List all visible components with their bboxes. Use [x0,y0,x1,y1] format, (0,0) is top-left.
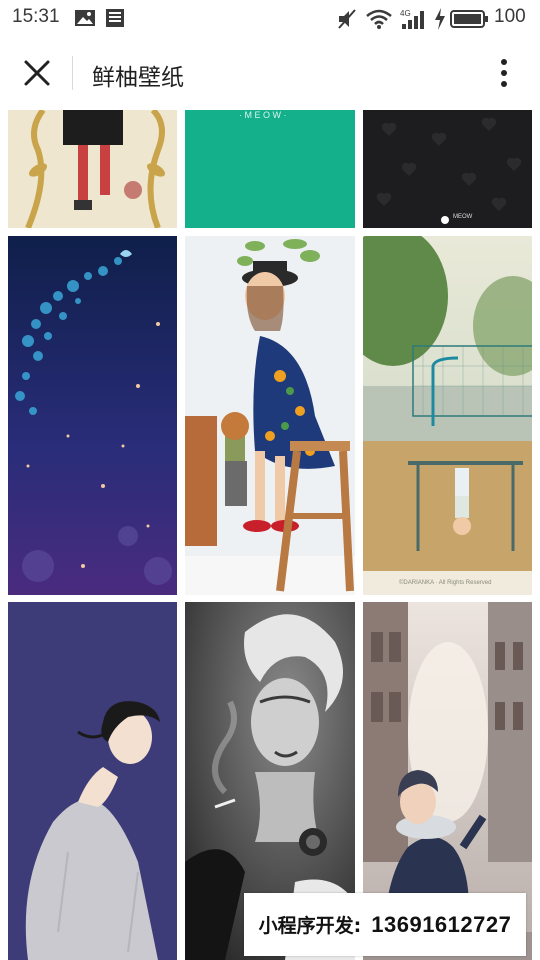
copyright-caption: ©DARIANKA · All Rights Reserved [399,580,492,586]
title-bar: 鲜柚壁纸 [0,36,540,110]
battery-icon [450,10,488,28]
status-time: 15:31 [12,6,60,27]
meow-logo-caption: MEOW [453,214,473,220]
mute-icon [338,9,356,29]
wallpaper-soccer-illustration[interactable] [8,110,177,228]
signal-icon: 4G [400,9,424,29]
more-vertical-icon[interactable] [488,54,520,92]
wifi-icon [366,9,392,29]
network-label: 4G [400,9,411,18]
close-icon[interactable] [18,54,56,92]
news-icon [106,9,124,27]
title-divider [72,56,73,90]
battery-level: 100 [494,6,526,27]
wallpaper-starry-night[interactable] [8,236,177,595]
developer-contact-banner: 小程序开发: 13691612727 [244,893,526,956]
wallpaper-black-hearts[interactable]: MEOW [363,110,532,228]
wallpaper-grid: · M E O W · MEOW ©DARIANKA · All Rights … [0,110,540,960]
wallpaper-woman-profile-illustration[interactable] [8,602,177,960]
meow-caption: · M E O W · [239,110,287,120]
page-title: 鲜柚壁纸 [92,65,184,91]
contact-label: 小程序开发: [258,915,362,937]
status-bar: 15:31 4G 100 [0,0,540,36]
charging-icon [435,8,445,30]
contact-phone: 13691612727 [371,911,512,937]
wallpaper-playground-child[interactable]: ©DARIANKA · All Rights Reserved [363,236,532,595]
image-icon [75,10,95,26]
wallpaper-girl-on-stool[interactable] [185,236,355,595]
wallpaper-teal-meow[interactable]: · M E O W · [185,110,355,228]
